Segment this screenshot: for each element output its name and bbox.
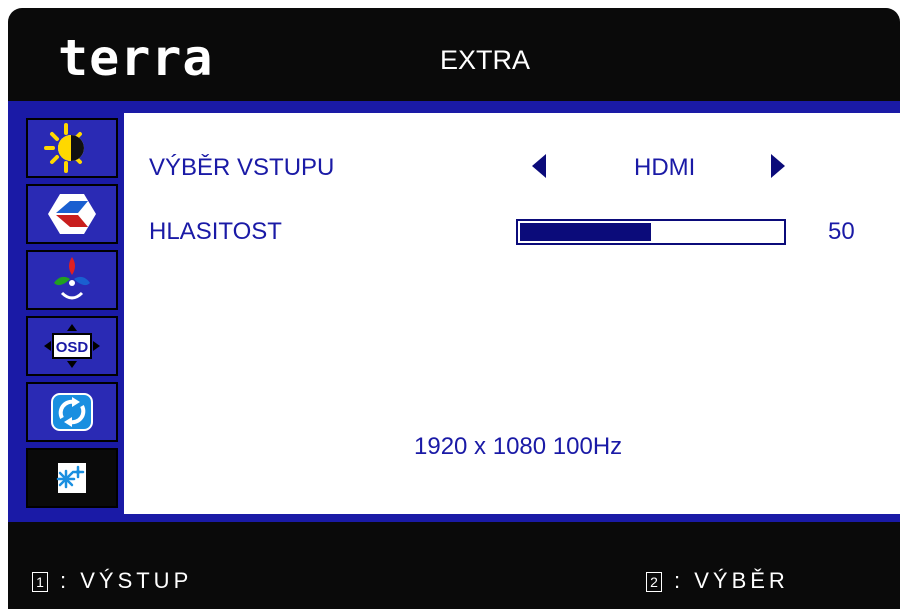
exit-hint: 1 : VÝSTUP: [32, 568, 192, 594]
sidebar-item-osd[interactable]: OSD: [26, 316, 118, 376]
sidebar-item-extra[interactable]: [26, 448, 118, 508]
page-title: EXTRA: [440, 45, 531, 75]
input-select-value[interactable]: HDMI: [634, 154, 695, 182]
volume-slider-fill: [520, 223, 651, 241]
volume-label: HLASITOST: [149, 218, 282, 245]
volume-slider[interactable]: [516, 219, 786, 245]
resolution-info: 1920 x 1080 100Hz: [414, 433, 623, 460]
key2-badge: 2: [646, 572, 662, 592]
volume-value: 50: [828, 218, 855, 245]
input-prev-arrow-icon[interactable]: [532, 154, 546, 178]
osd-icon: OSD: [44, 324, 100, 368]
sidebar-item-color[interactable]: [26, 250, 118, 310]
select-hint: 2 : VÝBĚR: [646, 568, 789, 594]
top-divider: [8, 101, 900, 113]
color-icon: [54, 257, 90, 300]
key1-badge: 1: [32, 572, 48, 592]
osd-menu: terra EXTRA OSD VÝBĚR VSTUPU HDMI HLASIT…: [8, 8, 900, 609]
sidebar-item-image[interactable]: [26, 184, 118, 244]
select-hint-label: : VÝBĚR: [674, 568, 789, 593]
reset-icon: [51, 393, 93, 431]
footer: 1 : VÝSTUP 2 : VÝBĚR: [8, 522, 900, 609]
bottom-divider: [8, 514, 900, 522]
image-icon: [48, 194, 96, 234]
exit-hint-label: : VÝSTUP: [60, 568, 193, 593]
input-select-label: VÝBĚR VSTUPU: [149, 154, 335, 181]
sidebar-item-reset[interactable]: [26, 382, 118, 442]
osd-icon-text: OSD: [56, 339, 89, 356]
input-next-arrow-icon[interactable]: [771, 154, 785, 178]
extra-icon: [56, 463, 86, 493]
brightness-icon: [44, 123, 84, 173]
content-panel: VÝBĚR VSTUPU HDMI HLASITOST 50 1920 x 10…: [124, 113, 900, 514]
brand-logo: terra: [58, 29, 214, 87]
sidebar: OSD: [8, 113, 124, 514]
header: terra EXTRA: [8, 8, 900, 101]
sidebar-item-brightness[interactable]: [26, 118, 118, 178]
